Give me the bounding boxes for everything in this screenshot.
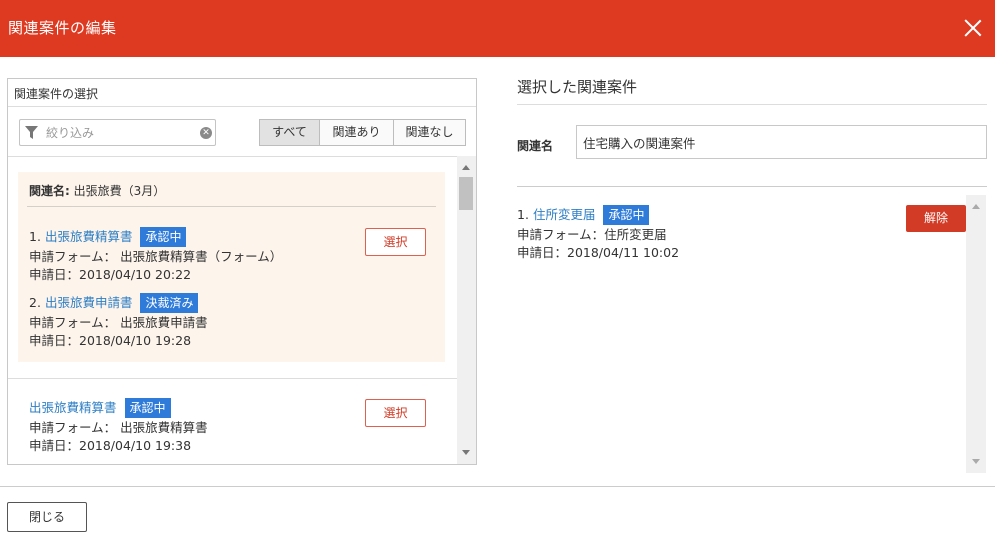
divider [517, 104, 987, 105]
related-group: 関連名: 出張旅費（3月） 1. 出張旅費精算書 承認中 申請フォーム： 出張旅… [18, 172, 445, 362]
case-link[interactable]: 住所変更届 [533, 206, 596, 224]
group-label: 関連名: [29, 184, 70, 198]
list-item: 1. 出張旅費精算書 承認中 申請フォーム： 出張旅費精算書（フォーム） 申請日… [29, 226, 282, 284]
selected-case-list: 1. 住所変更届 承認中 申請フォーム：住所変更届 申請日：2018/04/11… [517, 195, 966, 473]
scroll-up-icon[interactable] [462, 165, 470, 170]
apply-date: 申請日：2018/04/10 19:38 [29, 438, 192, 453]
apply-date: 申請日：2018/04/10 20:22 [29, 267, 192, 282]
divider [8, 156, 457, 157]
form-name: 申請フォーム： 出張旅費精算書 [29, 420, 208, 435]
item-number: 2. [29, 295, 41, 310]
filter-unrelated-button[interactable]: 関連なし [393, 119, 466, 146]
form-name: 申請フォーム： 出張旅費精算書（フォーム） [29, 249, 283, 264]
status-badge: 承認中 [603, 205, 650, 225]
form-name: 申請フォーム：住所変更届 [517, 227, 667, 242]
case-link[interactable]: 出張旅費精算書 [29, 399, 117, 417]
scroll-down-icon[interactable] [462, 450, 470, 455]
close-button[interactable]: 閉じる [7, 502, 87, 532]
divider [517, 186, 987, 187]
filter-related-button[interactable]: 関連あり [319, 119, 394, 146]
case-link[interactable]: 出張旅費申請書 [45, 294, 133, 312]
relation-name-input[interactable] [576, 125, 987, 159]
panel-title: 関連案件の選択 [14, 87, 99, 101]
form-name: 申請フォーム： 出張旅費申請書 [29, 315, 208, 330]
filter-icon [25, 126, 38, 139]
scrollbar[interactable] [457, 156, 476, 464]
divider [8, 378, 457, 379]
unlink-button[interactable]: 解除 [906, 205, 966, 232]
list-item: 出張旅費精算書 承認中 申請フォーム： 出張旅費精算書 申請日：2018/04/… [29, 397, 208, 455]
scroll-up-icon[interactable] [972, 204, 980, 209]
scroll-thumb[interactable] [459, 177, 473, 210]
divider [0, 486, 995, 487]
relation-name-label: 関連名 [517, 139, 554, 153]
search-input[interactable] [46, 123, 196, 143]
list-item: 2. 出張旅費申請書 決裁済み 申請フォーム： 出張旅費申請書 申請日：2018… [29, 292, 208, 350]
case-list: 関連名: 出張旅費（3月） 1. 出張旅費精算書 承認中 申請フォーム： 出張旅… [8, 156, 457, 464]
list-item: 1. 住所変更届 承認中 申請フォーム：住所変更届 申請日：2018/04/11… [517, 204, 679, 262]
case-link[interactable]: 出張旅費精算書 [45, 228, 133, 246]
apply-date: 申請日：2018/04/10 19:28 [29, 333, 192, 348]
status-badge: 承認中 [124, 398, 171, 418]
group-name: 出張旅費（3月） [73, 184, 166, 198]
clear-icon[interactable]: ✕ [200, 127, 212, 139]
select-button[interactable]: 選択 [365, 399, 426, 427]
scrollbar[interactable] [966, 195, 986, 473]
scroll-down-icon[interactable] [972, 459, 980, 464]
close-icon[interactable] [961, 16, 985, 40]
select-button[interactable]: 選択 [365, 228, 426, 256]
dialog-header: 関連案件の編集 [0, 0, 995, 57]
filter-all-button[interactable]: すべて [259, 119, 320, 146]
group-header: 関連名: 出張旅費（3月） [29, 182, 165, 199]
apply-date: 申請日：2018/04/11 10:02 [517, 245, 680, 260]
item-number: 1. [517, 207, 529, 222]
divider [8, 106, 476, 107]
related-select-panel: 関連案件の選択 ✕ すべて 関連あり 関連なし 関連名: 出張旅費（3月） 1.… [7, 78, 477, 465]
status-badge: 承認中 [140, 227, 187, 247]
item-number: 1. [29, 229, 41, 244]
status-badge: 決裁済み [140, 293, 199, 313]
dialog-title: 関連案件の編集 [8, 19, 117, 37]
search-box[interactable]: ✕ [19, 119, 216, 146]
selected-title: 選択した関連案件 [517, 78, 638, 96]
divider [27, 206, 436, 207]
